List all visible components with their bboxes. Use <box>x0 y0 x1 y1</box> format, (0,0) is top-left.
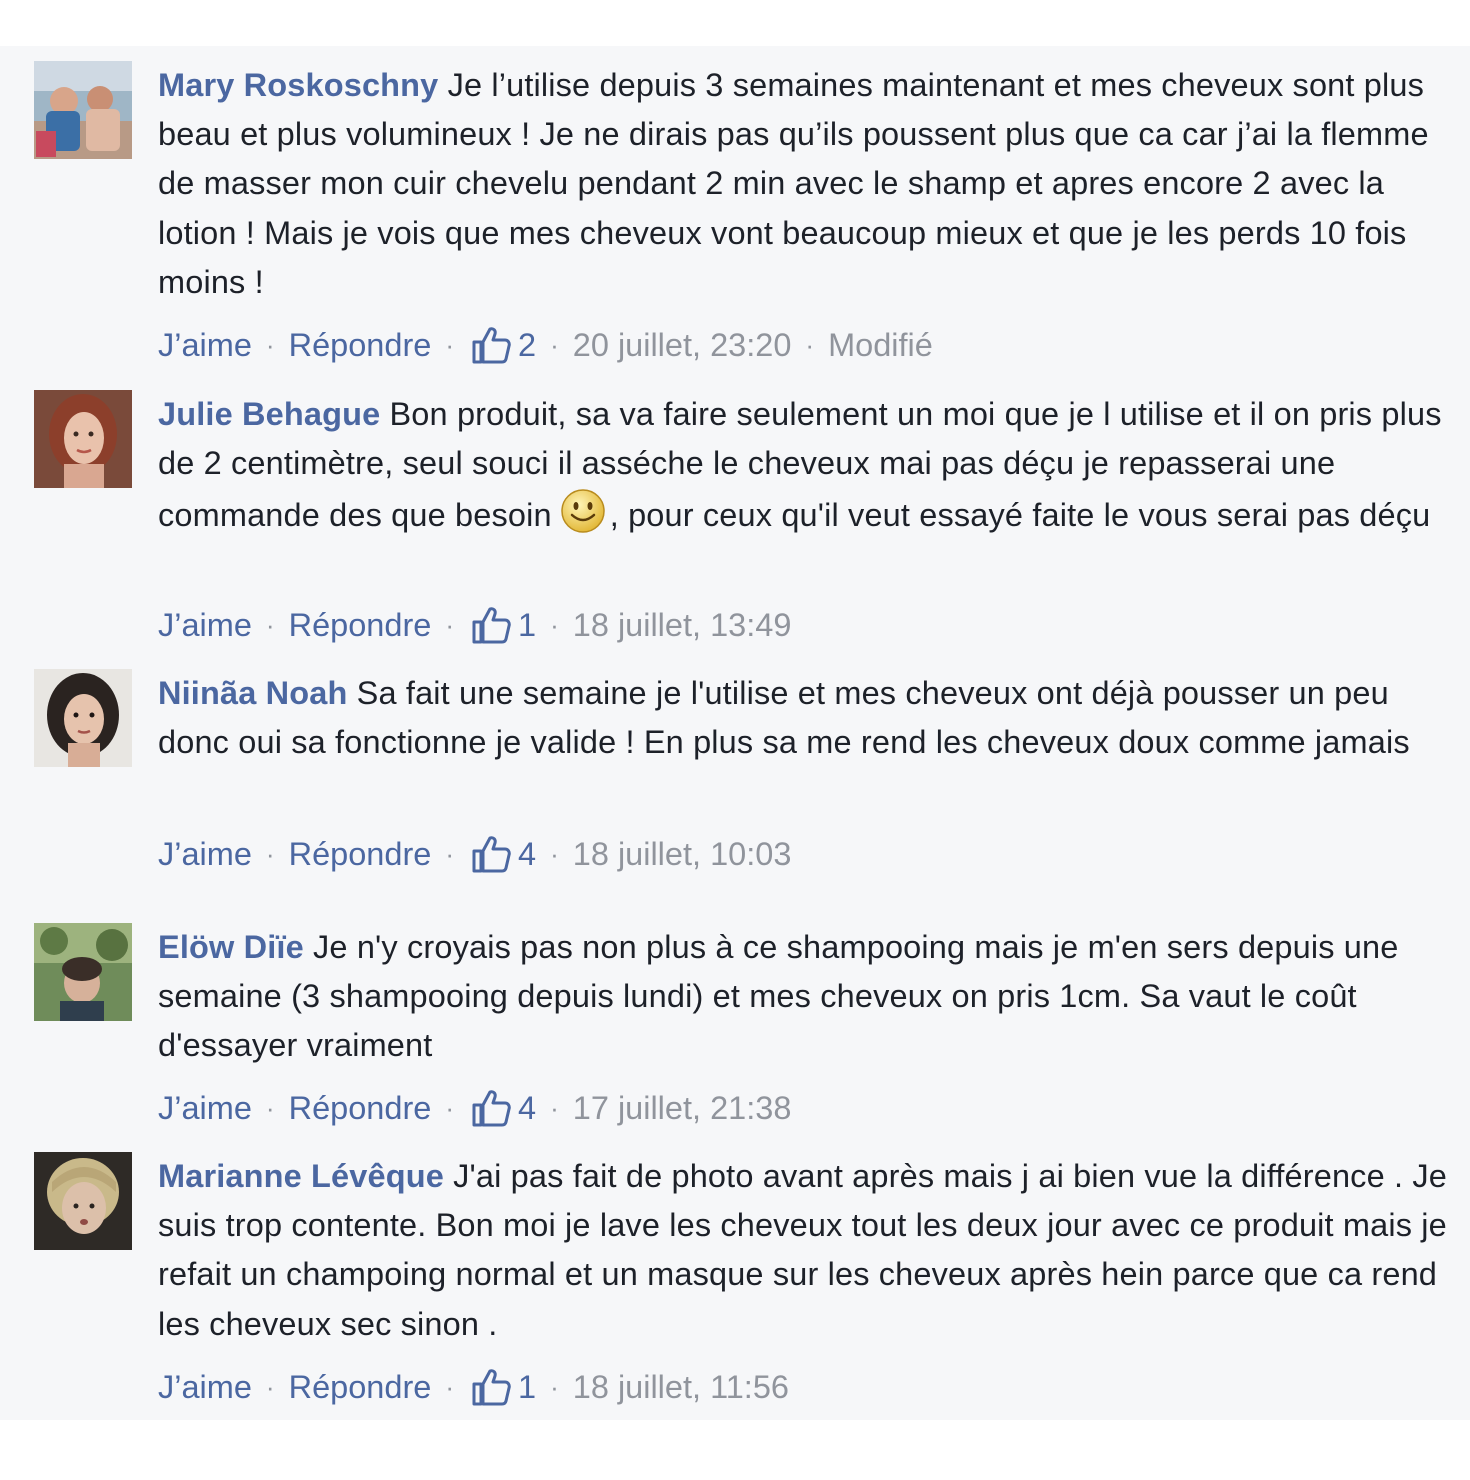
avatar-photo-blond-short-icon <box>34 1152 132 1250</box>
avatar[interactable] <box>34 390 132 488</box>
avatar[interactable] <box>34 1152 132 1250</box>
avatar-photo-woman-darkhair-icon <box>34 669 132 767</box>
comment-body: Niinãa Noah Sa fait une semaine je l'uti… <box>158 669 1464 767</box>
like-count[interactable]: 4 <box>518 832 536 876</box>
avatar-photo-beach-icon <box>34 61 132 159</box>
comment-timestamp[interactable]: 18 juillet, 11:56 <box>573 1365 789 1409</box>
avatar[interactable] <box>34 61 132 159</box>
separator-dot: · <box>265 1372 275 1403</box>
avatar-photo-woman-redhair-icon <box>34 390 132 488</box>
comment-timestamp[interactable]: 20 juillet, 23:20 <box>573 323 792 367</box>
comment-actions: J’aime · Répondre · 4 · 18 juillet, 10:03 <box>158 830 791 874</box>
comment-actions: J’aime · Répondre · 2 · 20 juillet, 23:20 · Modi… <box>158 321 933 365</box>
reply-link[interactable]: Répondre <box>289 323 432 367</box>
separator-dot: · <box>265 839 275 870</box>
comment-author[interactable]: Marianne Lévêque <box>158 1158 444 1194</box>
comment-body: Julie Behague Bon produit, sa va faire s… <box>158 390 1464 541</box>
separator-dot: · <box>265 610 275 641</box>
avatar-photo-outdoor-icon <box>34 923 132 1021</box>
separator-dot: · <box>550 1372 559 1403</box>
separator-dot: · <box>445 839 455 870</box>
reply-link[interactable]: Répondre <box>289 1365 432 1409</box>
comment-timestamp[interactable]: 18 juillet, 10:03 <box>573 832 792 876</box>
like-count[interactable]: 2 <box>518 323 536 367</box>
thumbs-up-icon[interactable] <box>470 324 512 366</box>
reply-link[interactable]: Répondre <box>289 603 432 647</box>
comment-actions: J’aime · Répondre · 1 · 18 juillet, 13:49 <box>158 601 791 645</box>
like-link[interactable]: J’aime <box>158 832 252 876</box>
comment-text: Je n'y croyais pas non plus à ce shampoo… <box>158 929 1399 1064</box>
like-link[interactable]: J’aime <box>158 1086 252 1130</box>
comment-author[interactable]: Julie Behague <box>158 396 380 432</box>
avatar[interactable] <box>34 669 132 767</box>
comment-timestamp[interactable]: 18 juillet, 13:49 <box>573 603 792 647</box>
separator-dot: · <box>550 839 559 870</box>
separator-dot: · <box>550 610 559 641</box>
like-count[interactable]: 1 <box>518 603 536 647</box>
avatar[interactable] <box>34 923 132 1021</box>
comment-author[interactable]: Niinãa Noah <box>158 675 347 711</box>
comment-text-continued: , pour ceux qu'il veut essayé faite le v… <box>609 497 1431 534</box>
comment-author[interactable]: Elöw Diïe <box>158 929 304 965</box>
separator-dot: · <box>550 1093 559 1124</box>
comment-body: Mary Roskoschny Je l’utilise depuis 3 se… <box>158 61 1464 307</box>
comment-actions: J’aime · Répondre · 4 · 17 juillet, 21:38 <box>158 1084 791 1128</box>
comment-body: Elöw Diïe Je n'y croyais pas non plus à … <box>158 923 1464 1071</box>
thumbs-up-icon[interactable] <box>470 604 512 646</box>
thumbs-up-icon[interactable] <box>470 833 512 875</box>
separator-dot: · <box>445 610 455 641</box>
smiley-face-icon <box>560 489 605 534</box>
like-count[interactable]: 1 <box>518 1365 536 1409</box>
like-link[interactable]: J’aime <box>158 323 252 367</box>
separator-dot: · <box>265 1093 275 1124</box>
separator-dot: · <box>265 330 275 361</box>
thumbs-up-icon[interactable] <box>470 1366 512 1408</box>
separator-dot: · <box>445 330 455 361</box>
comment-actions: J’aime · Répondre · 1 · 18 juillet, 11:56 <box>158 1363 789 1407</box>
thumbs-up-icon[interactable] <box>470 1087 512 1129</box>
like-count[interactable]: 4 <box>518 1086 536 1130</box>
reply-link[interactable]: Répondre <box>289 1086 432 1130</box>
separator-dot: · <box>445 1372 455 1403</box>
reply-link[interactable]: Répondre <box>289 832 432 876</box>
edited-label[interactable]: Modifié <box>828 323 933 367</box>
like-link[interactable]: J’aime <box>158 1365 252 1409</box>
separator-dot: · <box>445 1093 455 1124</box>
comment-body: Marianne Lévêque J'ai pas fait de photo … <box>158 1152 1464 1349</box>
comment-timestamp[interactable]: 17 juillet, 21:38 <box>573 1086 792 1130</box>
like-link[interactable]: J’aime <box>158 603 252 647</box>
comment-author[interactable]: Mary Roskoschny <box>158 67 438 103</box>
separator-dot: · <box>550 330 559 361</box>
separator-dot: · <box>805 330 815 361</box>
